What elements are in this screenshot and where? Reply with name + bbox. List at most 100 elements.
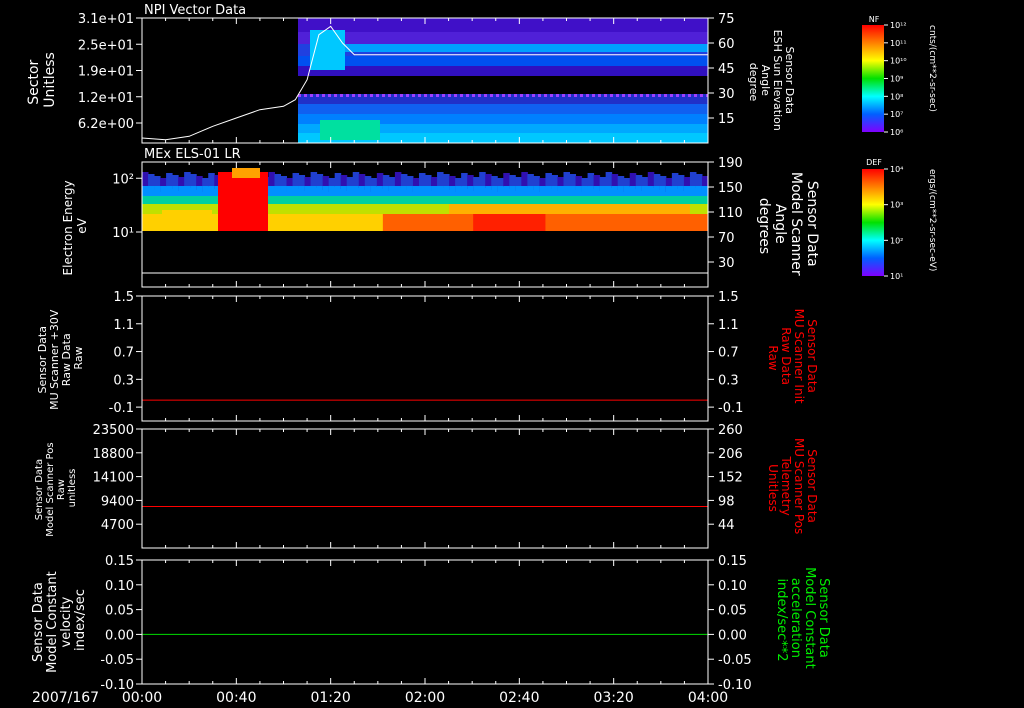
heatmap-cell [634,94,637,97]
heatmap-cell [320,120,380,140]
heatmap-cell [346,204,354,214]
heatmap-cell [184,186,191,196]
time-tick-label: 00:40 [216,690,256,706]
heatmap-cell [178,214,185,231]
colorbar-tick-label: 10⁷ [890,110,903,119]
heatmap-cell [485,196,492,204]
y-tick-label: 206 [718,447,743,462]
heatmap-cell [575,204,583,214]
heatmap-cell [412,94,415,97]
y-tick-label: 75 [718,12,735,27]
heatmap-cell [539,196,546,204]
heatmap-cell [485,174,492,188]
y-tick-label: 98 [718,494,735,509]
heatmap-cell [334,196,342,204]
y-tick-label: 110 [718,206,743,221]
heatmap-cell [154,214,161,231]
heatmap-cell [478,94,481,97]
heatmap-cell [515,204,522,214]
panel-mu-scanner-raw: 1.5 1.1 0.7 0.3 -0.1 1.5 1.1 0.7 0.3 -0.1 Sensor… [36,290,819,422]
heatmap-cell [322,196,330,204]
heatmap-cell [671,214,679,231]
heatmap-cell [334,186,342,196]
heatmap-cell [406,214,414,231]
heatmap-cell [328,94,331,97]
left-ticks: 10² 10¹ [112,172,142,241]
heatmap-cell [520,94,523,97]
heatmap-cell [340,196,348,204]
heatmap-cell [485,186,492,196]
y-tick-label: 10¹ [112,226,134,241]
heatmap-cell [545,196,552,204]
heatmap-cell [665,204,673,214]
heatmap-cell [304,94,307,97]
y-tick-label: 15 [718,112,735,127]
heatmap-cell [629,204,637,214]
heatmap-cell [352,214,360,231]
heatmap-cell [154,204,161,214]
heatmap-cell [580,94,583,97]
y-tick-label: 0.7 [718,346,739,361]
heatmap-cell [695,174,703,188]
heatmap-cell [623,186,631,196]
heatmap-cell [629,214,637,231]
heatmap-cell [431,204,438,214]
heatmap-cell [695,196,703,204]
heatmap-cell [503,173,510,187]
heatmap-cell [437,214,444,231]
heatmap-cell [670,94,673,97]
heatmap-cell [292,204,300,214]
heatmap-cell [688,94,691,97]
heatmap-cell [527,174,534,188]
heatmap-cell [418,196,426,204]
heatmap-cell [218,172,268,231]
heatmap-cell [665,186,673,196]
right-axis-label: Sensor Data ESH Sun Elevation Angle degr… [747,30,796,135]
heatmap-cell [298,214,306,231]
heatmap-cell [491,204,498,214]
heatmap-cell [659,214,667,231]
heatmap-cell [382,186,390,196]
heatmap-cell [629,173,637,187]
heatmap-cell [664,94,667,97]
heatmap-cell [479,204,486,214]
heatmap-cell [455,214,462,231]
heatmap-cell [352,204,360,214]
heatmap-cell [280,186,288,196]
y-tick-label: -0.1 [109,401,134,416]
heatmap-cell [322,204,330,214]
right-ticks: 190 150 110 70 30 [708,156,743,271]
date-label: 2007/167 [32,690,99,706]
left-axis-label: Sensor Data Model Scanner Pos Raw unitle… [34,439,78,536]
heatmap-cell [437,186,444,196]
heatmap-cell [202,196,209,204]
heatmap-cell [502,94,505,97]
heatmap-cell [425,196,432,204]
left-axis-label: Sensor Data MU Scanner +30V Raw Data Raw [36,306,85,410]
y-tick-label: 4700 [101,518,134,533]
heatmap-cell [617,204,625,214]
heatmap-cell [322,186,330,196]
heatmap-cell [184,196,191,204]
y-tick-label: 0.3 [113,373,134,388]
right-ticks: 75 60 45 30 15 [708,12,735,127]
heatmap-cell [677,214,685,231]
colorbar-def: DEF 10⁴ 10³ 10² 10¹ ergs/(cm**2-sr-sec-eV) [862,158,937,281]
colorbar-tick-label: 10⁹ [890,75,903,84]
heatmap-cell [292,196,300,204]
heatmap-cell [521,186,528,196]
y-tick-label: 0.7 [113,346,134,361]
heatmap-cell [172,196,179,204]
heatmap-cell [538,94,541,97]
heatmap-cell [304,186,312,196]
heatmap-cell [652,94,655,97]
heatmap-cell [443,186,450,196]
heatmap-cell [328,196,336,204]
heatmap-cell [364,204,372,214]
heatmap-cell [521,204,528,214]
heatmap-cell [406,94,409,97]
heatmap-cell [545,186,552,196]
heatmap-cell [436,94,439,97]
heatmap-cell [653,186,661,196]
heatmap-cell [695,214,703,231]
